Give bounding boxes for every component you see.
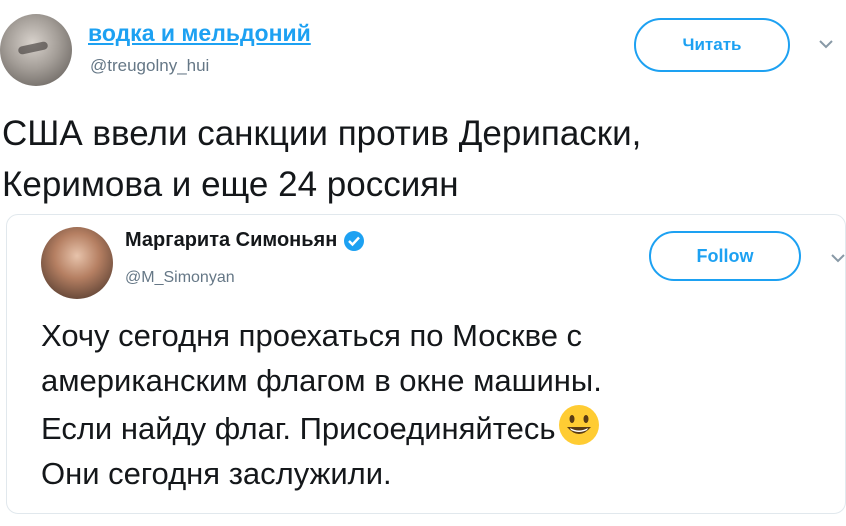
tweet-text-line: Керимова и еще 24 россиян [2,165,459,204]
quoted-tweet[interactable]: Маргарита Симоньян @M_Simonyan Follow Хо… [6,214,846,514]
chevron-down-icon[interactable] [816,34,836,54]
tweet-text-line: США ввели санкции против Дерипаски, [2,114,642,153]
verified-badge-icon [344,230,365,251]
tweet-text: США ввели санкции против Дерипаски, Кери… [2,108,822,210]
quoted-text-line: Хочу сегодня проехаться по Москве с [41,318,583,353]
quoted-follow-button[interactable]: Follow [649,231,801,281]
quoted-author-name[interactable]: Маргарита Симоньян [125,229,365,252]
quoted-text-line-with-emoji: Если найду флаг. Присоединяйтесь [41,403,811,451]
quoted-text-line: Если найду флаг. Присоединяйтесь [41,411,556,446]
author-handle[interactable]: @treugolny_hui [90,56,209,76]
smiley-emoji-icon [559,405,600,445]
chevron-down-icon[interactable] [829,249,846,267]
follow-button[interactable]: Читать [634,18,790,72]
quoted-author-handle[interactable]: @M_Simonyan [125,269,235,287]
author-display-name[interactable]: водка и мельдоний [88,20,311,47]
quoted-text-line: Они сегодня заслужили. [41,456,392,491]
quoted-text-line: американским флагом в окне машины. [41,363,602,398]
tweet-header: водка и мельдоний @treugolny_hui Читать [0,0,846,95]
quoted-author-name-text: Маргарита Симоньян [125,229,338,251]
author-avatar[interactable] [0,14,72,86]
quoted-tweet-text: Хочу сегодня проехаться по Москве с амер… [41,313,811,496]
quoted-author-avatar[interactable] [41,227,113,299]
